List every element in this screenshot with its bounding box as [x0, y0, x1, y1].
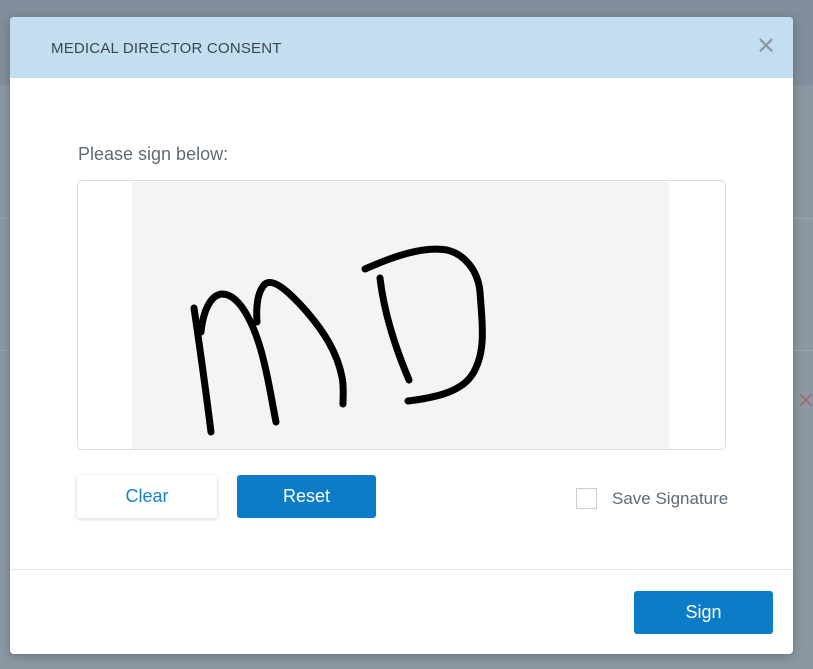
save-signature-checkbox[interactable]: [576, 488, 597, 509]
signature-drawing: [190, 245, 486, 436]
sign-prompt: Please sign below:: [78, 144, 229, 164]
save-signature-label: Save Signature: [612, 489, 729, 508]
reset-button[interactable]: Reset: [237, 475, 376, 518]
signature-pad[interactable]: [132, 182, 669, 449]
background-close-icon: ✕: [796, 388, 813, 413]
sign-button[interactable]: Sign: [634, 591, 773, 634]
clear-button[interactable]: Clear: [77, 475, 217, 518]
modal-title: MEDICAL DIRECTOR CONSENT: [51, 40, 282, 57]
modal-header: MEDICAL DIRECTOR CONSENT ✕: [10, 17, 793, 78]
signature-box: [77, 180, 726, 450]
footer-divider: [10, 569, 793, 570]
consent-modal: MEDICAL DIRECTOR CONSENT ✕ Please sign b…: [10, 17, 793, 654]
close-icon[interactable]: ✕: [755, 35, 777, 59]
